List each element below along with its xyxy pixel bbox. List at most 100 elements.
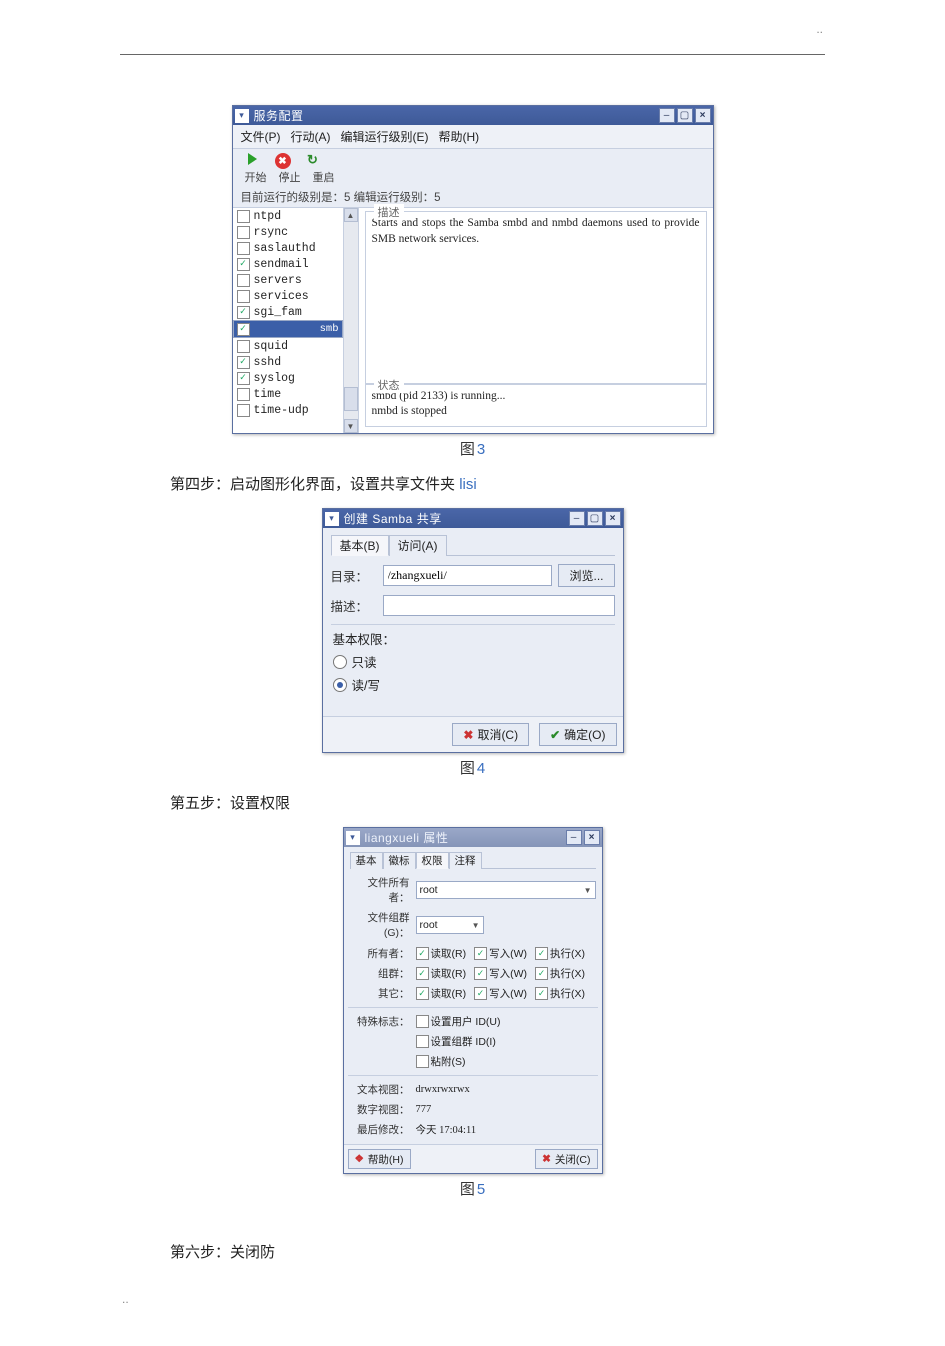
radio-off-icon [333,655,347,669]
top-rule [120,54,825,55]
window-menu-icon[interactable]: ▾ [325,512,339,526]
description-text: Starts and stops the Samba smbd and nmbd… [372,216,700,247]
service-item-time-udp[interactable]: time-udp [233,402,343,418]
cancel-button[interactable]: ✖ 取消(C) [452,723,529,746]
mtime-value: 今天 17:04:11 [416,1122,477,1137]
help-button[interactable]: ❖ 帮助(H) [348,1149,411,1169]
service-label: services [254,290,309,303]
other-read[interactable]: ✓读取(R) [416,986,467,1001]
checkbox-icon[interactable] [237,290,250,303]
perm-readwrite[interactable]: 读/写 [333,675,613,694]
tb-start-label: 开始 [242,169,270,185]
checkbox-icon[interactable]: ✓ [237,258,250,271]
group-read[interactable]: ✓读取(R) [416,966,467,981]
service-item-sshd[interactable]: ✓sshd [233,354,343,370]
fig5-titlebar: ▾ liangxueli 属性 – × [344,828,602,847]
owner-read[interactable]: ✓读取(R) [416,946,467,961]
menu-file[interactable]: 文件(P) [241,128,281,145]
service-item-syslog[interactable]: ✓syslog [233,370,343,386]
checkbox-icon[interactable] [237,226,250,239]
minimize-button[interactable]: – [569,511,585,526]
checkbox-icon[interactable]: ✓ [237,306,250,319]
owner-exec[interactable]: ✓执行(X) [535,946,585,961]
menu-runlevel[interactable]: 编辑运行级别(E) [341,128,429,145]
ok-button[interactable]: ✔ 确定(O) [539,723,616,746]
service-item-sendmail[interactable]: ✓sendmail [233,256,343,272]
checkbox-icon[interactable] [237,242,250,255]
setgid-checkbox[interactable]: 设置组群 ID(I) [416,1034,496,1049]
tab-access[interactable]: 访问(A) [389,535,447,556]
dir-input[interactable] [383,565,553,586]
tb-reload[interactable] [299,151,327,169]
caption-3: 图3 [0,438,945,459]
browse-button[interactable]: 浏览... [558,564,614,587]
scroll-down-icon[interactable]: ▼ [344,419,358,433]
tab-perm[interactable]: 权限 [416,852,449,869]
checkbox-icon[interactable] [237,404,250,417]
checkbox-icon[interactable] [237,210,250,223]
setuid-checkbox[interactable]: 设置用户 ID(U) [416,1014,501,1029]
menu-action[interactable]: 行动(A) [291,128,331,145]
caption-5-pre: 图 [460,1181,475,1198]
service-item-saslauthd[interactable]: saslauthd [233,240,343,256]
numview-label: 数字视图： [350,1102,416,1117]
other-exec[interactable]: ✓执行(X) [535,986,585,1001]
service-label: servers [254,274,302,287]
service-item-sgi_fam[interactable]: ✓sgi_fam [233,304,343,320]
service-item-squid[interactable]: squid [233,338,343,354]
reload-icon [302,151,324,169]
checkbox-icon[interactable] [237,340,250,353]
fig3-window: ▾ 服务配置 – ▢ × 文件(P) 行动(A) 编辑运行级别(E) 帮助(H)… [232,105,714,434]
scroll-up-icon[interactable]: ▲ [344,208,358,222]
checkbox-icon[interactable] [237,274,250,287]
maximize-button[interactable]: ▢ [677,108,693,123]
checkbox-icon[interactable]: ✓ [237,356,250,369]
maximize-button[interactable]: ▢ [587,511,603,526]
tab-basic[interactable]: 基本(B) [331,535,389,556]
minimize-button[interactable]: – [659,108,675,123]
service-item-time[interactable]: time [233,386,343,402]
caption-3-num: 3 [477,441,485,458]
group-exec[interactable]: ✓执行(X) [535,966,585,981]
sticky-checkbox[interactable]: 粘附(S) [416,1054,466,1069]
owner-select[interactable]: root ▼ [416,881,596,899]
service-scrollbar[interactable]: ▲ ▼ [344,208,359,433]
desc-input[interactable] [383,595,615,616]
service-list[interactable]: ntpdrsyncsaslauthd✓sendmail servers servic… [233,208,344,433]
checkbox-icon[interactable] [237,388,250,401]
group-write[interactable]: ✓写入(W) [474,966,527,981]
status-line-1: smbd (pid 2133) is running... [372,389,700,405]
tb-start[interactable] [239,150,267,169]
service-item-smb[interactable]: ✓smb [233,320,343,338]
service-label: squid [254,340,289,353]
tab-icon[interactable]: 徽标 [383,852,416,869]
perm-label: 基本权限： [333,629,613,648]
service-item-services[interactable]: services [233,288,343,304]
minimize-button[interactable]: – [566,830,582,845]
checkbox-icon[interactable]: ✓ [237,323,250,336]
tb-stop[interactable] [269,152,297,170]
close-button[interactable]: × [584,830,600,845]
menu-help[interactable]: 帮助(H) [439,128,480,145]
perm-group-label: 组群： [350,966,416,981]
window-menu-icon[interactable]: ▾ [346,831,360,845]
tab-basic[interactable]: 基本 [350,852,383,869]
other-write[interactable]: ✓写入(W) [474,986,527,1001]
perm-readonly[interactable]: 只读 [333,652,613,671]
service-item-ntpd[interactable]: ntpd [233,208,343,224]
close-button[interactable]: × [695,108,711,123]
fig5-actions: ❖ 帮助(H) ✖ 关闭(C) [344,1144,602,1173]
service-item-servers[interactable]: servers [233,272,343,288]
scroll-grip[interactable] [344,387,358,411]
checkbox-icon[interactable]: ✓ [237,372,250,385]
window-menu-icon[interactable]: ▾ [235,109,249,123]
group-select[interactable]: root ▼ [416,916,484,934]
tab-note[interactable]: 注释 [449,852,482,869]
owner-write[interactable]: ✓写入(W) [474,946,527,961]
status-line-2: nmbd is stopped [372,404,700,420]
close-dialog-button[interactable]: ✖ 关闭(C) [535,1149,597,1169]
close-button[interactable]: × [605,511,621,526]
fig4-title: 创建 Samba 共享 [344,510,567,527]
service-item-rsync[interactable]: rsync [233,224,343,240]
fig4-tabs: 基本(B) 访问(A) [331,534,615,556]
